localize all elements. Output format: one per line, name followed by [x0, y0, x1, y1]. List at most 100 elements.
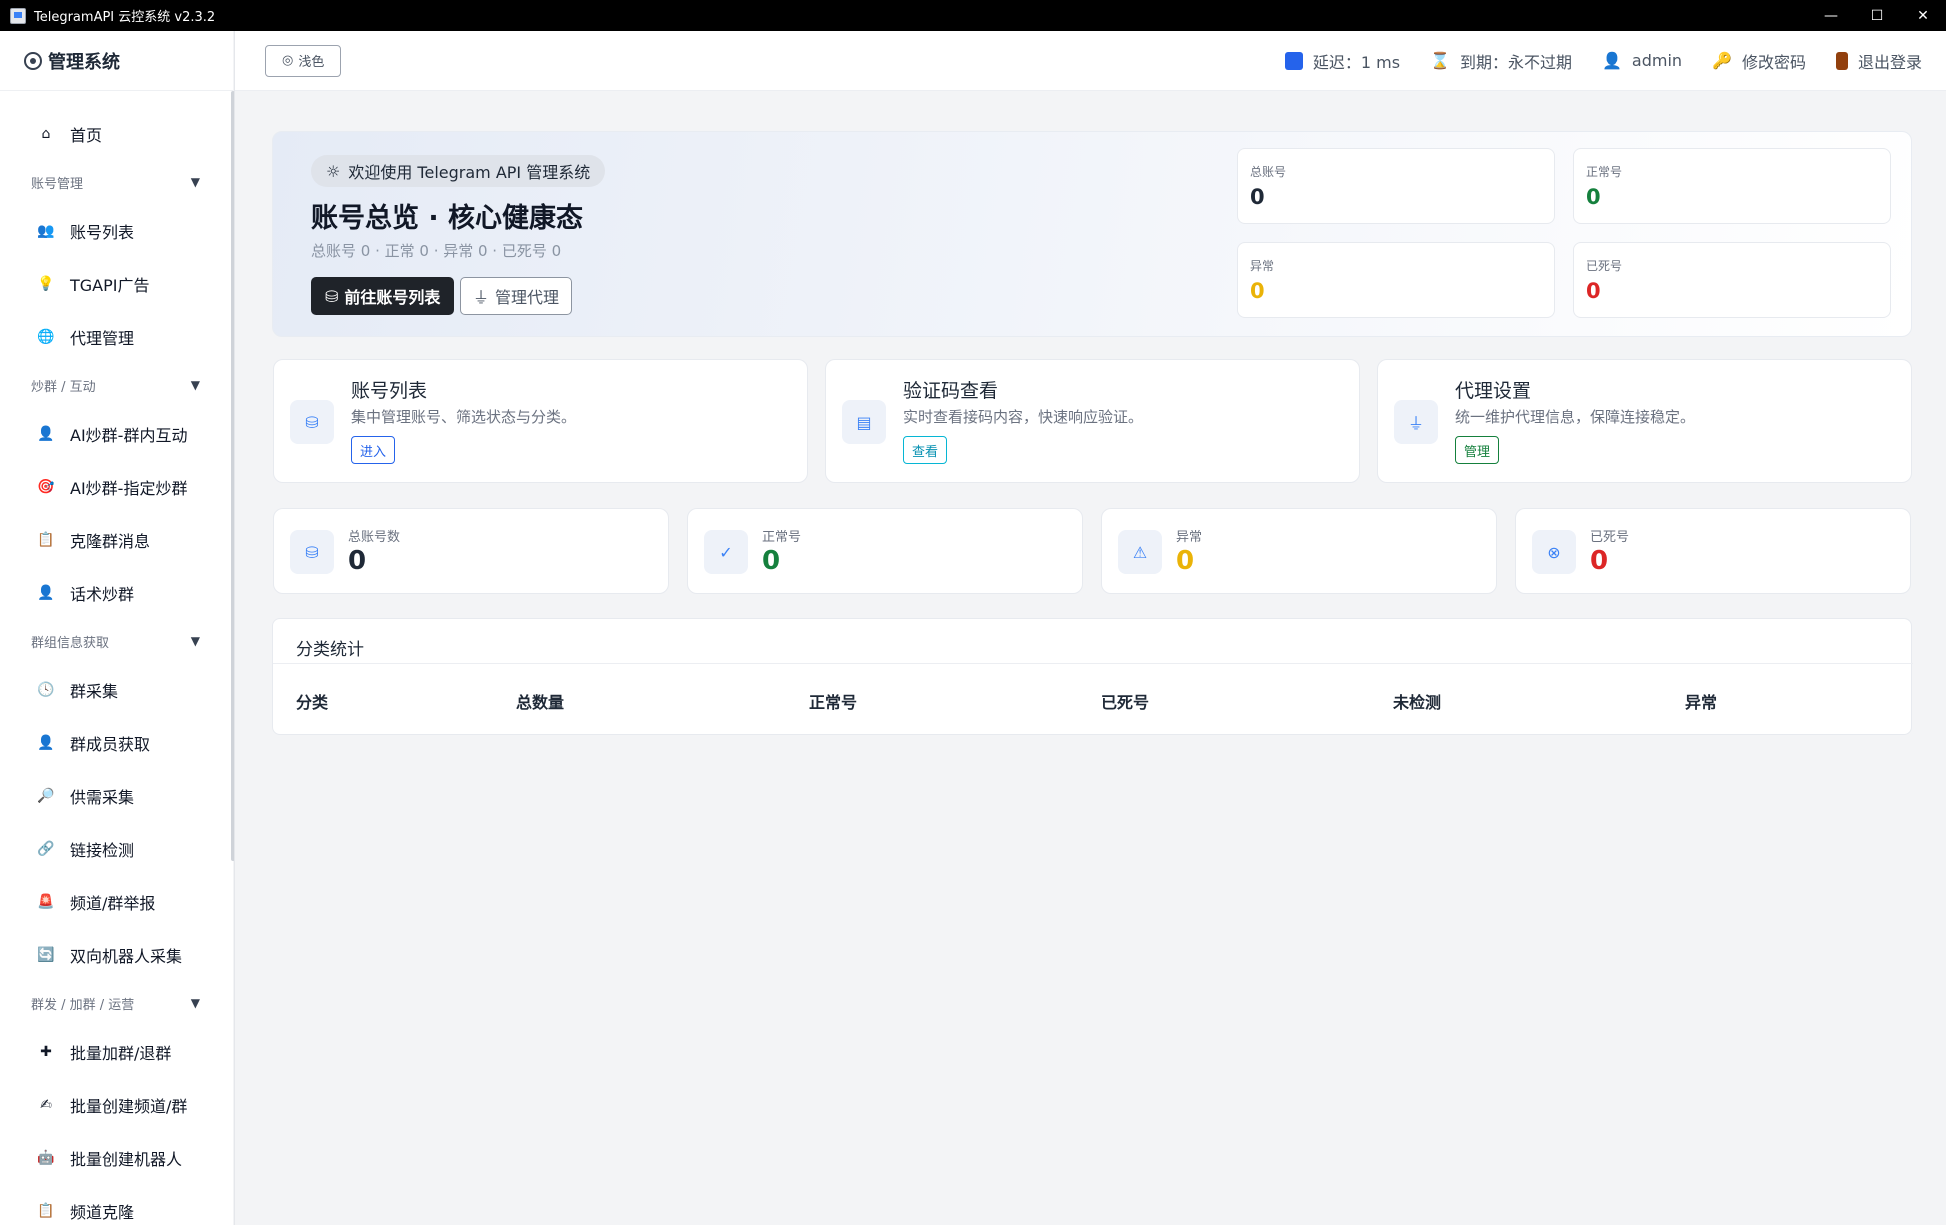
palette-icon: ◎ [282, 53, 294, 68]
page-title: 账号总览 · 核心健康态 [311, 203, 584, 234]
clipboard-icon: 📋 [37, 531, 55, 548]
sidebar-item-ai-group-interact[interactable]: 👤 AI炒群-群内互动 [0, 407, 234, 460]
sidebar-item-group-collect[interactable]: 🕓 群采集 [0, 663, 234, 716]
sidebar-item-label: 克隆群消息 [70, 531, 151, 551]
writing-icon: ✍ [40, 1096, 52, 1113]
username: admin [1631, 51, 1683, 70]
theme-toggle-label: 浅色 [298, 55, 325, 70]
column-header: 未检测 [1393, 693, 1442, 712]
sidebar: 管理系统 ⌂ 首页 账号管理 ▼ 👥 账号列表 💡 TGAPI广告 🌐 代理管理… [0, 31, 235, 1225]
sidebar-item-proxy[interactable]: 🌐 代理管理 [0, 310, 234, 363]
header-right: 延迟：1 ms ⌛ 到期：永不过期 👤 admin 🔑 修改密码 退出登录 [1284, 49, 1922, 73]
stat-card-total: ⛁ 总账号数 0 [273, 508, 669, 594]
sidebar-group-operate[interactable]: 群发 / 加群 / 运营 ▼ [0, 981, 234, 1025]
sidebar-item-label: 群采集 [70, 681, 119, 701]
clock-icon: 🕓 [37, 681, 55, 698]
go-account-list-button[interactable]: ⛁ 前往账号列表 [311, 277, 455, 315]
sidebar-item-batch-create-channel[interactable]: ✍ 批量创建频道/群 [0, 1078, 234, 1131]
column-header: 分类 [296, 693, 329, 712]
sidebar-item-label: 频道克隆 [70, 1202, 135, 1222]
database-icon: ⛁ [290, 530, 334, 574]
sidebar-item-label: AI炒群-指定炒群 [70, 478, 188, 498]
sidebar-item-tgapi-ad[interactable]: 💡 TGAPI广告 [0, 257, 234, 310]
manage-proxy-button[interactable]: ⏚ 管理代理 [460, 277, 573, 315]
signal-icon [1284, 51, 1303, 70]
sidebar-nav: ⌂ 首页 账号管理 ▼ 👥 账号列表 💡 TGAPI广告 🌐 代理管理 炒群 /… [0, 91, 234, 1225]
sidebar-item-label: 账号列表 [70, 222, 135, 242]
sidebar-item-report[interactable]: 🚨 频道/群举报 [0, 875, 234, 928]
sidebar-item-label: AI炒群-群内互动 [70, 425, 188, 445]
sidebar-group-interact[interactable]: 炒群 / 互动 ▼ [0, 363, 234, 407]
users-icon: 👥 [37, 222, 55, 239]
sidebar-group-label: 炒群 / 互动 [31, 379, 96, 395]
window-title: TelegramAPI 云控系统 v2.3.2 [34, 10, 216, 25]
logout-link[interactable]: 退出登录 [1835, 49, 1922, 73]
stat-value: 0 [762, 546, 781, 576]
sidebar-item-members[interactable]: 👤 群成员获取 [0, 716, 234, 769]
enter-button[interactable]: 进入 [351, 436, 396, 464]
window-controls: — ☐ ✕ [1808, 0, 1946, 31]
stat-card-dead: ⊗ 已死号 0 [1515, 508, 1911, 594]
sidebar-item-channel-clone[interactable]: 📋 频道克隆 [0, 1184, 234, 1225]
manage-button[interactable]: 管理 [1455, 436, 1500, 464]
sidebar-item-home[interactable]: ⌂ 首页 [0, 107, 234, 160]
expiry-indicator: ⌛ 到期：永不过期 [1430, 49, 1572, 73]
sidebar-item-supply[interactable]: 🔎 供需采集 [0, 769, 234, 822]
column-header: 正常号 [809, 693, 858, 712]
change-password-link[interactable]: 🔑 修改密码 [1712, 49, 1806, 73]
change-password-label: 修改密码 [1741, 52, 1806, 72]
sidebar-item-ai-target[interactable]: 🎯 AI炒群-指定炒群 [0, 460, 234, 513]
maximize-button[interactable]: ☐ [1854, 0, 1900, 31]
sidebar-item-account-list[interactable]: 👥 账号列表 [0, 204, 234, 257]
sidebar-item-label: 话术炒群 [70, 584, 135, 604]
user-menu[interactable]: 👤 admin [1602, 51, 1682, 70]
table-title: 分类统计 [296, 640, 364, 660]
sidebar-item-bot-collect[interactable]: 🔄 双向机器人采集 [0, 928, 234, 981]
sidebar-item-label: 批量创建频道/群 [70, 1096, 188, 1116]
close-button[interactable]: ✕ [1900, 0, 1946, 31]
latency-text: 延迟：1 ms [1312, 52, 1401, 72]
message-box-icon: ▤ [842, 400, 886, 444]
sidebar-item-label: 首页 [70, 125, 103, 145]
plus-icon: ✚ [40, 1043, 52, 1060]
database-icon: ⛁ [290, 400, 334, 444]
x-circle-icon: ⊗ [1532, 530, 1576, 574]
feature-card-verification: ▤ 验证码查看 实时查看接码内容，快速响应验证。 查看 [825, 359, 1360, 483]
sidebar-item-script[interactable]: 👤 话术炒群 [0, 566, 234, 619]
mini-stat-total: 总账号 0 [1237, 148, 1555, 224]
sidebar-item-label: 供需采集 [70, 787, 135, 807]
app-icon [10, 7, 26, 24]
plug-icon: ⏚ [473, 288, 490, 307]
minimize-button[interactable]: — [1808, 0, 1854, 31]
sidebar-group-label: 账号管理 [31, 176, 84, 192]
lightbulb-icon: 💡 [37, 275, 55, 292]
key-icon: 🔑 [1712, 51, 1732, 70]
sidebar-item-batch-create-bot[interactable]: 🤖 批量创建机器人 [0, 1131, 234, 1184]
check-circle-icon: ✓ [704, 530, 748, 574]
sidebar-group-label: 群发 / 加群 / 运营 [31, 997, 135, 1013]
latency-indicator: 延迟：1 ms [1284, 49, 1401, 73]
sidebar-item-batch-join[interactable]: ✚ 批量加群/退群 [0, 1025, 234, 1078]
theme-toggle-button[interactable]: ◎ 浅色 [265, 44, 342, 77]
top-header: ◎ 浅色 延迟：1 ms ⌛ 到期：永不过期 👤 admin 🔑 修改密码 退出… [235, 31, 1946, 91]
column-header: 异常 [1685, 693, 1718, 712]
sidebar-item-label: 链接检测 [70, 840, 135, 860]
caret-down-icon: ▼ [190, 634, 200, 648]
home-icon: ⌂ [41, 125, 51, 142]
door-icon [1835, 51, 1848, 70]
caret-down-icon: ▼ [190, 175, 200, 189]
feature-desc: 实时查看接码内容，快速响应验证。 [903, 408, 1144, 426]
plug-icon: ⏚ [1394, 400, 1438, 444]
mini-stat-abnormal: 异常 0 [1237, 242, 1555, 318]
category-stats-table: 分类统计 分类 总数量 正常号 已死号 未检测 异常 [272, 618, 1913, 735]
sidebar-item-link-check[interactable]: 🔗 链接检测 [0, 822, 234, 875]
user-icon: 👤 [37, 734, 55, 751]
sidebar-group-account[interactable]: 账号管理 ▼ [0, 160, 234, 204]
view-button[interactable]: 查看 [903, 436, 948, 464]
sidebar-group-label: 群组信息获取 [31, 635, 110, 651]
mini-stat-value: 0 [1586, 185, 1601, 209]
feature-card-proxy: ⏚ 代理设置 统一维护代理信息，保障连接稳定。 管理 [1377, 359, 1912, 483]
welcome-pill: ☼ 欢迎使用 Telegram API 管理系统 [311, 155, 606, 187]
sidebar-group-info[interactable]: 群组信息获取 ▼ [0, 619, 234, 663]
sidebar-item-clone-messages[interactable]: 📋 克隆群消息 [0, 513, 234, 566]
